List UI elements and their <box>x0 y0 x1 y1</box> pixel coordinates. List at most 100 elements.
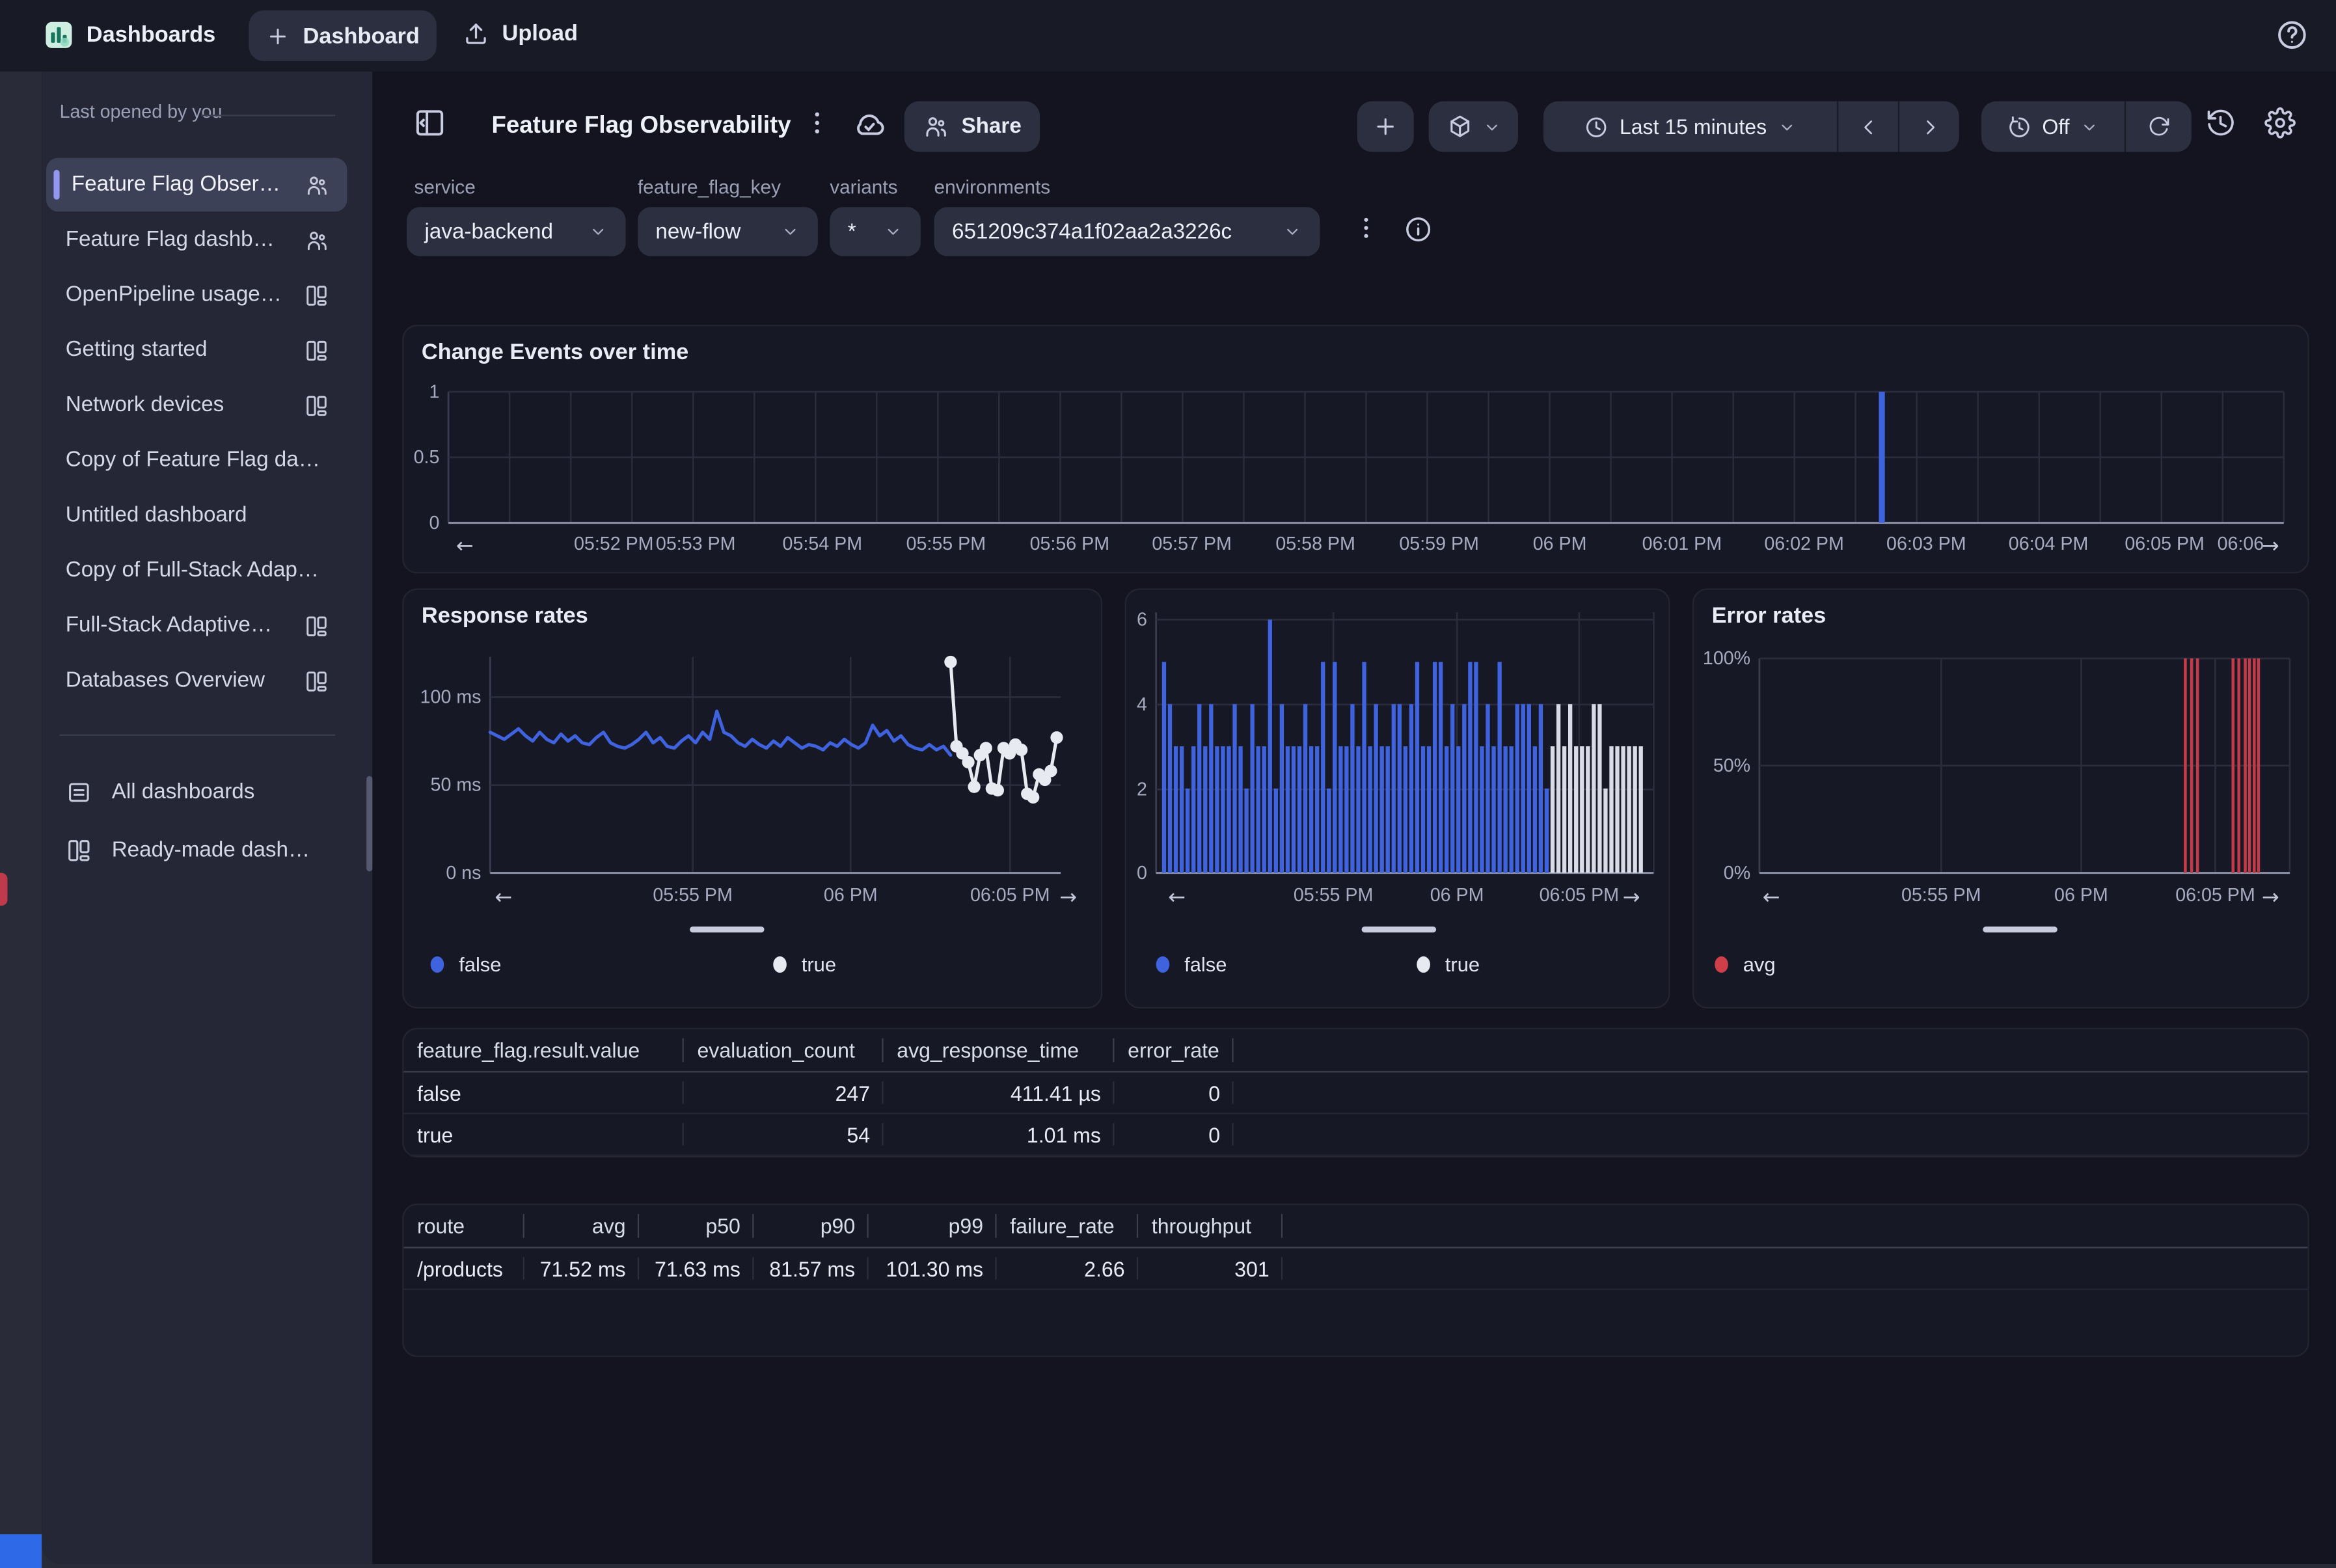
sidebar-footer-item[interactable]: All dashboards <box>46 766 347 819</box>
sidebar-item[interactable]: Feature Flag Obser… <box>46 158 347 211</box>
sidebar-item[interactable]: Getting started <box>46 323 347 377</box>
column-header[interactable]: avg_response_time <box>884 1029 1115 1071</box>
column-header[interactable]: p99 <box>869 1205 997 1247</box>
column-header[interactable]: throughput <box>1138 1205 1283 1247</box>
view-mode-button[interactable] <box>1429 101 1518 152</box>
dashboard-menu-button[interactable] <box>802 107 833 139</box>
sidebar-item[interactable]: Untitled dashboard <box>46 489 347 542</box>
table-cell: 1.01 ms <box>884 1115 1115 1155</box>
users-icon <box>304 227 329 252</box>
table-cell: 0 <box>1115 1072 1234 1113</box>
time-range-label: Last 15 minutes <box>1620 115 1767 139</box>
pan-left-arrow[interactable]: ← <box>495 886 512 910</box>
pan-left-arrow[interactable]: ← <box>456 535 474 559</box>
filters-info-button[interactable] <box>1404 215 1433 245</box>
filter-select-variants[interactable]: * <box>830 207 921 256</box>
table-header-row: routeavgp50p90p99failure_ratethroughput <box>403 1205 2307 1248</box>
pan-right-arrow[interactable]: → <box>2262 886 2279 910</box>
history-button[interactable] <box>2205 107 2236 139</box>
filter-select-service[interactable]: java-backend <box>407 207 626 256</box>
sidebar-item-label: Feature Flag Obser… <box>72 173 304 197</box>
x-axis-tick: 06:06 <box>2218 534 2264 554</box>
legend-item-true[interactable]: true <box>773 953 836 975</box>
chart-canvas[interactable] <box>1126 590 1668 1007</box>
time-range-button[interactable]: Last 15 minutes <box>1543 101 1837 152</box>
legend-item-false[interactable]: false <box>1156 953 1227 975</box>
column-header[interactable]: p50 <box>639 1205 754 1247</box>
column-header[interactable]: feature_flag.result.value <box>403 1029 683 1071</box>
time-forward-button[interactable] <box>1898 101 1959 152</box>
plus-icon <box>265 23 291 48</box>
refresh-clock-icon <box>2006 114 2031 139</box>
table-cell: 0 <box>1115 1115 1234 1155</box>
time-scrollbar[interactable] <box>690 926 764 932</box>
upload-icon <box>462 20 491 48</box>
rail-notification-badge[interactable] <box>0 873 7 906</box>
sidebar-scrollbar[interactable] <box>366 776 372 872</box>
legend-item-true[interactable]: true <box>1417 953 1480 975</box>
add-widget-button[interactable] <box>1357 101 1414 152</box>
app-home-button[interactable]: Dashboards <box>43 20 215 51</box>
x-axis-tick: 06 PM <box>1533 534 1587 554</box>
sidebar-footer-item[interactable]: Ready-made dash… <box>46 824 347 877</box>
pan-right-arrow[interactable]: → <box>1623 886 1640 910</box>
table-cell: /products <box>403 1249 524 1289</box>
filter-select-feature_flag_key[interactable]: new-flow <box>638 207 818 256</box>
time-scrollbar[interactable] <box>1983 926 2057 932</box>
chevron-down-icon <box>588 222 608 241</box>
column-header[interactable]: p90 <box>754 1205 868 1247</box>
time-scrollbar[interactable] <box>1362 926 1436 932</box>
legend-item-false[interactable]: false <box>431 953 502 975</box>
cube-icon <box>1446 113 1473 140</box>
column-header[interactable]: route <box>403 1205 524 1247</box>
new-dashboard-button[interactable]: Dashboard <box>249 10 436 61</box>
chart-canvas[interactable] <box>1694 590 2307 1007</box>
sidebar-item[interactable]: Network devices <box>46 379 347 432</box>
users-icon <box>304 172 329 197</box>
column-header[interactable]: error_rate <box>1115 1029 1234 1071</box>
legend-dot <box>1156 956 1170 973</box>
column-header[interactable]: evaluation_count <box>684 1029 884 1071</box>
sidebar-item[interactable]: Feature Flag dashb… <box>46 213 347 266</box>
sidebar-item[interactable]: Databases Overview <box>46 654 347 707</box>
column-header[interactable]: avg <box>524 1205 639 1247</box>
share-button[interactable]: Share <box>904 101 1040 152</box>
chevron-down-icon <box>884 222 903 241</box>
legend-label: false <box>459 953 501 975</box>
pan-right-arrow[interactable]: → <box>2262 535 2279 559</box>
settings-button[interactable] <box>2264 107 2296 139</box>
time-back-button[interactable] <box>1837 101 1898 152</box>
y-axis-tick: 0.5 <box>403 447 439 468</box>
x-axis-tick: 06 PM <box>2054 885 2108 906</box>
pan-left-arrow[interactable]: ← <box>1763 886 1780 910</box>
table-cell: 247 <box>684 1072 884 1113</box>
table-header-row: feature_flag.result.valueevaluation_coun… <box>403 1029 2307 1072</box>
help-button[interactable] <box>2275 18 2309 52</box>
sidebar-section-label: Last opened by you <box>60 101 223 122</box>
table-cell: true <box>403 1115 683 1155</box>
dashboard-grid-icon <box>304 392 329 418</box>
x-axis-tick: 05:53 PM <box>656 534 736 554</box>
sidebar-item[interactable]: Copy of Feature Flag da… <box>46 433 347 487</box>
filter-label: environments <box>934 176 1051 198</box>
chart-canvas[interactable] <box>403 590 1100 1007</box>
sidebar-item[interactable]: Copy of Full-Stack Adap… <box>46 544 347 597</box>
sidebar-item[interactable]: Full-Stack Adaptive… <box>46 599 347 652</box>
auto-refresh-button[interactable]: Off <box>1981 101 2125 152</box>
y-axis-tick: 2 <box>1126 779 1147 800</box>
y-axis-tick: 100 ms <box>403 686 481 707</box>
collapse-sidebar-button[interactable] <box>413 106 447 141</box>
sidebar-item-label: Copy of Feature Flag da… <box>66 448 347 472</box>
column-header[interactable]: failure_rate <box>997 1205 1139 1247</box>
legend-item-avg[interactable]: avg <box>1715 953 1775 975</box>
pan-left-arrow[interactable]: ← <box>1168 886 1186 910</box>
sync-status-button[interactable] <box>852 107 887 142</box>
time-range-group: Last 15 minutes <box>1543 101 1959 152</box>
pan-right-arrow[interactable]: → <box>1059 886 1077 910</box>
y-axis-tick: 4 <box>1126 694 1147 715</box>
filter-select-environments[interactable]: 651209c374a1f02aa2a3226c <box>934 207 1320 256</box>
refresh-now-button[interactable] <box>2125 101 2192 152</box>
sidebar-item[interactable]: OpenPipeline usage… <box>46 268 347 321</box>
filters-menu-button[interactable] <box>1351 213 1381 243</box>
upload-button[interactable]: Upload <box>462 20 578 48</box>
